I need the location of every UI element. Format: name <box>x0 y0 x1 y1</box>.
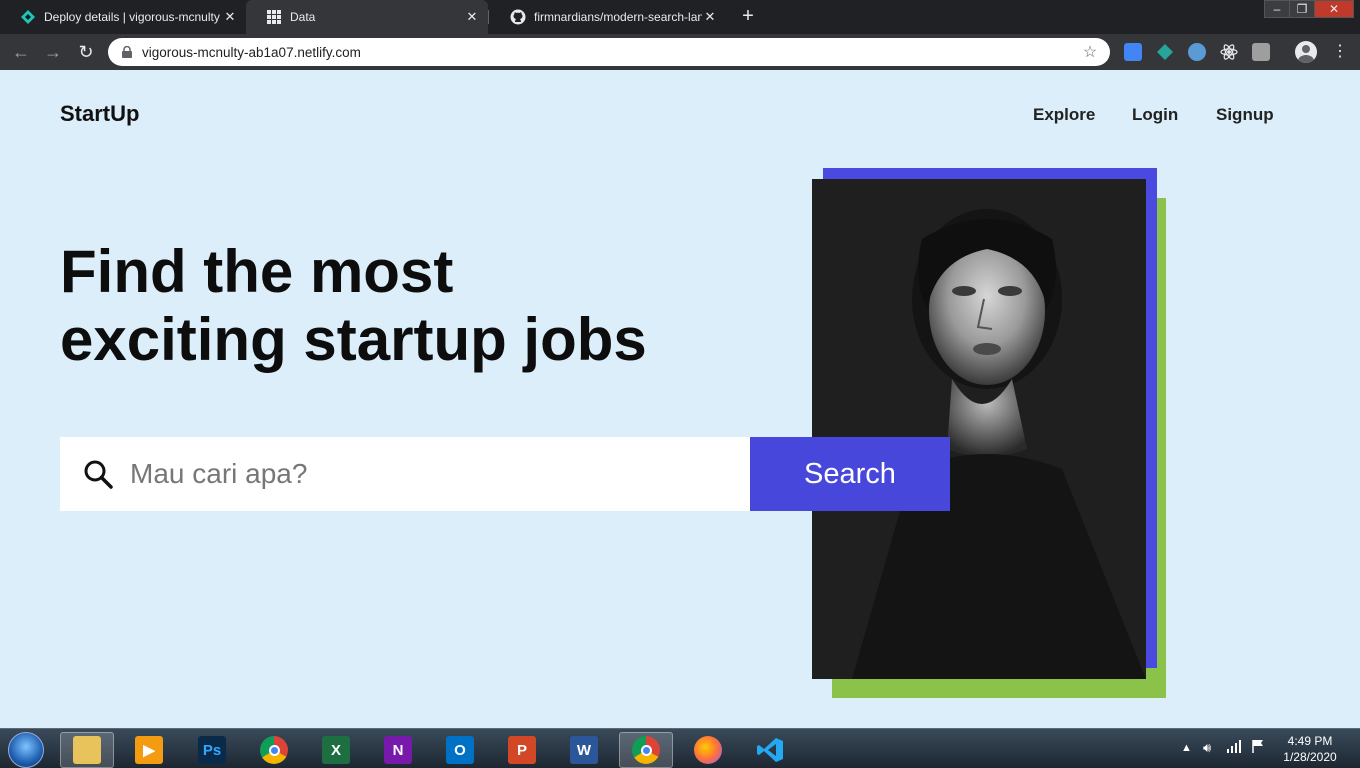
netlify-icon <box>20 9 36 25</box>
outlook-icon: O <box>446 736 474 764</box>
folder-icon <box>73 736 101 764</box>
nav-login[interactable]: Login <box>1132 105 1178 125</box>
media-player-icon: ▶ <box>135 736 163 764</box>
profile-avatar[interactable] <box>1295 41 1317 63</box>
taskbar-outlook[interactable]: O <box>433 732 487 768</box>
taskbar-photoshop[interactable]: Ps <box>185 732 239 768</box>
powerpoint-icon: P <box>508 736 536 764</box>
search-input[interactable] <box>130 458 710 490</box>
lock-icon <box>120 46 134 58</box>
new-tab-button[interactable]: + <box>738 5 758 28</box>
network-icon[interactable] <box>1227 739 1243 756</box>
taskbar-onenote[interactable]: N <box>371 732 425 768</box>
action-center-flag-icon[interactable] <box>1251 739 1265 756</box>
firefox-icon <box>694 736 722 764</box>
browser-tab-strip: Deploy details | vigorous-mcnulty ✕ Data… <box>0 0 1360 34</box>
tab-data[interactable]: Data ✕ <box>246 0 488 34</box>
tab-deploy-details[interactable]: Deploy details | vigorous-mcnulty ✕ <box>0 0 246 34</box>
landing-page: StartUp Explore Login Signup Find the mo… <box>0 70 1360 728</box>
brand-logo[interactable]: StartUp <box>60 101 139 127</box>
translate-extension-icon[interactable] <box>1124 43 1142 61</box>
github-icon <box>510 9 526 25</box>
search-bar <box>60 437 750 511</box>
react-devtools-icon[interactable] <box>1220 43 1238 61</box>
tray-expand-icon[interactable]: ▲ <box>1181 742 1192 754</box>
search-button[interactable]: Search <box>750 437 950 511</box>
grid-apps-icon <box>266 9 282 25</box>
url-text[interactable]: vigorous-mcnulty-ab1a07.netlify.com <box>142 45 1080 60</box>
chrome-icon <box>260 736 288 764</box>
back-arrow-icon[interactable]: ← <box>10 41 32 63</box>
address-bar[interactable]: vigorous-mcnulty-ab1a07.netlify.com ☆ <box>108 38 1110 66</box>
tab-title: firmnardians/modern-search-lan <box>534 10 702 24</box>
diamond-extension-icon[interactable] <box>1156 43 1174 61</box>
taskbar-media-player[interactable]: ▶ <box>122 732 176 768</box>
taskbar-excel[interactable]: X <box>309 732 363 768</box>
nav-explore[interactable]: Explore <box>1033 105 1095 125</box>
chrome-icon <box>632 736 660 764</box>
taskbar-chrome-active[interactable] <box>619 732 673 768</box>
tab-separator <box>488 10 489 24</box>
minimize-button[interactable]: ‒ <box>1264 0 1290 18</box>
volume-icon[interactable]: 🔊︎ <box>1203 740 1211 756</box>
tab-github[interactable]: firmnardians/modern-search-lan ✕ <box>490 0 726 34</box>
close-icon[interactable]: ✕ <box>222 9 238 25</box>
excel-icon: X <box>322 736 350 764</box>
more-menu-icon[interactable]: ⋮ <box>1332 41 1348 63</box>
clock-date: 1/28/2020 <box>1283 750 1337 764</box>
taskbar-word[interactable]: W <box>557 732 611 768</box>
close-icon[interactable]: ✕ <box>702 9 718 25</box>
onenote-icon: N <box>384 736 412 764</box>
extension-puzzle-icon[interactable] <box>1252 43 1270 61</box>
forward-arrow-icon[interactable]: → <box>42 41 64 63</box>
taskbar-explorer[interactable] <box>60 732 114 768</box>
nav-signup[interactable]: Signup <box>1216 105 1274 125</box>
clock-time: 4:49 PM <box>1287 734 1333 748</box>
taskbar-vscode[interactable] <box>743 732 797 768</box>
search-icon <box>84 460 113 489</box>
bookmark-star-icon[interactable]: ☆ <box>1080 42 1100 62</box>
restore-button[interactable]: ❐ <box>1289 0 1315 18</box>
hero-title-line-2: exciting startup jobs <box>60 306 647 373</box>
vscode-icon <box>756 736 784 764</box>
window-close-button[interactable]: ✕ <box>1314 0 1354 18</box>
taskbar-chrome[interactable] <box>247 732 301 768</box>
windows-taskbar: ▶ Ps X N O P W ▲ 🔊︎ 4:49 PM 1/28/2020 <box>0 728 1360 768</box>
taskbar-firefox[interactable] <box>681 732 735 768</box>
close-icon[interactable]: ✕ <box>464 9 480 25</box>
windows-start-button[interactable] <box>8 732 44 768</box>
word-icon: W <box>570 736 598 764</box>
reload-icon[interactable]: ↻ <box>75 41 97 63</box>
circle-extension-icon[interactable] <box>1188 43 1206 61</box>
hero-title-line-1: Find the most <box>60 238 454 305</box>
hero-portrait-image <box>812 179 1146 679</box>
hero-title: Find the most exciting startup jobs <box>60 238 760 374</box>
browser-toolbar: ← → ↻ vigorous-mcnulty-ab1a07.netlify.co… <box>0 34 1360 70</box>
taskbar-powerpoint[interactable]: P <box>495 732 549 768</box>
system-clock[interactable]: 4:49 PM 1/28/2020 <box>1278 733 1342 765</box>
tab-title: Data <box>290 10 316 24</box>
photoshop-icon: Ps <box>198 736 226 764</box>
tab-title: Deploy details | vigorous-mcnulty <box>44 10 220 24</box>
